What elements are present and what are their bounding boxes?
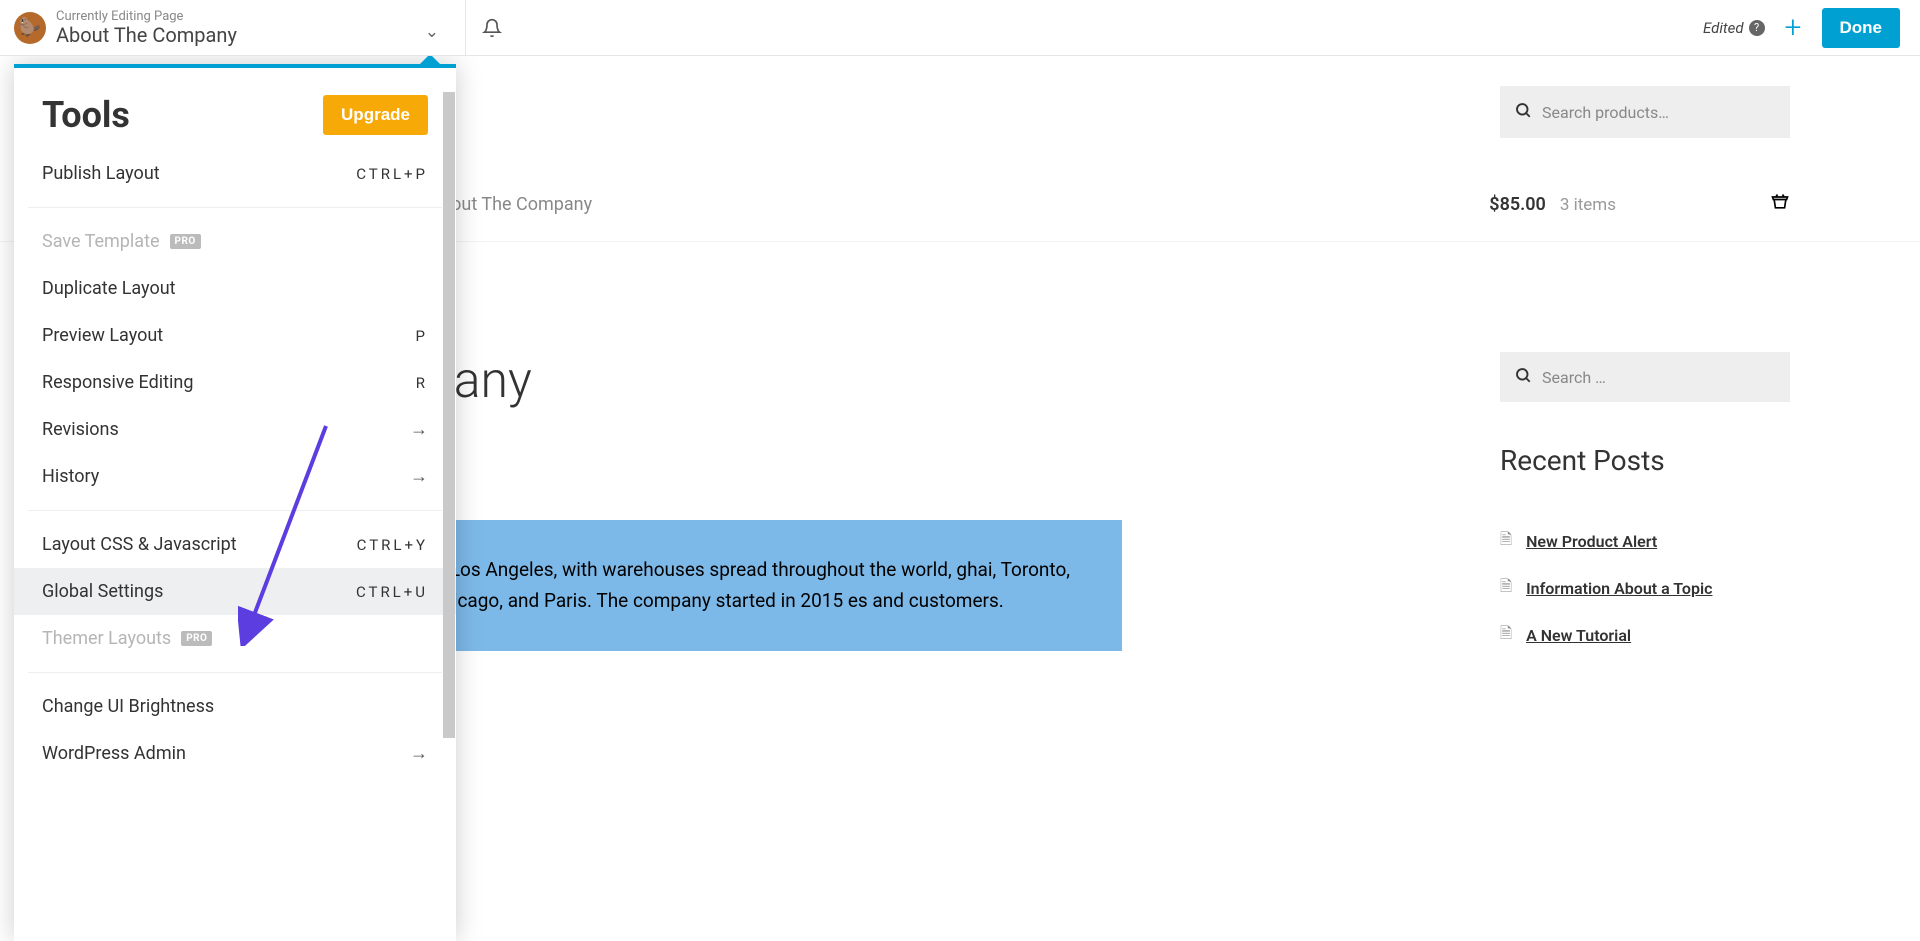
- upgrade-button[interactable]: Upgrade: [323, 95, 428, 135]
- menu-revisions[interactable]: Revisions→: [14, 406, 456, 453]
- cart-items: 3 items: [1560, 195, 1616, 215]
- menu-change-brightness[interactable]: Change UI Brightness: [14, 683, 456, 730]
- page-title: About The Company: [56, 24, 237, 46]
- menu-history[interactable]: History→: [14, 453, 456, 500]
- scrollbar[interactable]: [443, 92, 455, 738]
- editing-label: Currently Editing Page: [56, 9, 237, 24]
- chevron-down-icon[interactable]: ⌄: [425, 22, 439, 42]
- edited-status: Edited ?: [1703, 19, 1765, 37]
- recent-posts-heading: Recent Posts: [1500, 444, 1790, 477]
- menu-save-template: Save TemplatePRO: [14, 218, 456, 265]
- search-icon: [1514, 101, 1532, 123]
- tools-heading: Tools: [42, 94, 130, 136]
- menu-publish-layout[interactable]: Publish LayoutCTRL+P: [14, 150, 456, 197]
- menu-responsive-editing[interactable]: Responsive EditingR: [14, 359, 456, 406]
- title-area[interactable]: 🦫 Currently Editing Page About The Compa…: [0, 0, 466, 55]
- menu-duplicate-layout[interactable]: Duplicate Layout: [14, 265, 456, 312]
- add-button[interactable]: +: [1779, 10, 1808, 45]
- menu-preview-layout[interactable]: Preview LayoutP: [14, 312, 456, 359]
- blog-search[interactable]: Search …: [1500, 352, 1790, 402]
- document-icon: 🗎: [1500, 529, 1512, 554]
- menu-global-settings[interactable]: Global SettingsCTRL+U: [14, 568, 456, 615]
- document-icon: 🗎: [1500, 623, 1512, 648]
- cart-total: $85.00: [1489, 194, 1546, 215]
- basket-icon: [1770, 192, 1790, 217]
- product-search[interactable]: Search products…: [1500, 86, 1790, 138]
- search-icon: [1514, 366, 1532, 388]
- menu-layout-css-js[interactable]: Layout CSS & JavascriptCTRL+Y: [14, 521, 456, 568]
- done-button[interactable]: Done: [1822, 8, 1901, 48]
- document-icon: 🗎: [1500, 576, 1512, 601]
- tools-panel: Tools Upgrade Publish LayoutCTRL+P Save …: [14, 64, 456, 941]
- post-link[interactable]: 🗎A New Tutorial: [1500, 623, 1790, 648]
- arrow-right-icon: →: [410, 743, 428, 764]
- post-link[interactable]: 🗎Information About a Topic: [1500, 576, 1790, 601]
- bell-icon[interactable]: [466, 18, 518, 38]
- help-icon[interactable]: ?: [1749, 20, 1765, 36]
- post-link[interactable]: 🗎New Product Alert: [1500, 529, 1790, 554]
- menu-wordpress-admin[interactable]: WordPress Admin→: [14, 730, 456, 777]
- cart-summary[interactable]: $85.00 3 items: [1489, 192, 1790, 217]
- menu-themer-layouts: Themer LayoutsPRO: [14, 615, 456, 662]
- top-bar: 🦫 Currently Editing Page About The Compa…: [0, 0, 1920, 56]
- arrow-right-icon: →: [410, 419, 428, 440]
- arrow-right-icon: →: [410, 466, 428, 487]
- beaver-logo-icon: 🦫: [14, 12, 46, 44]
